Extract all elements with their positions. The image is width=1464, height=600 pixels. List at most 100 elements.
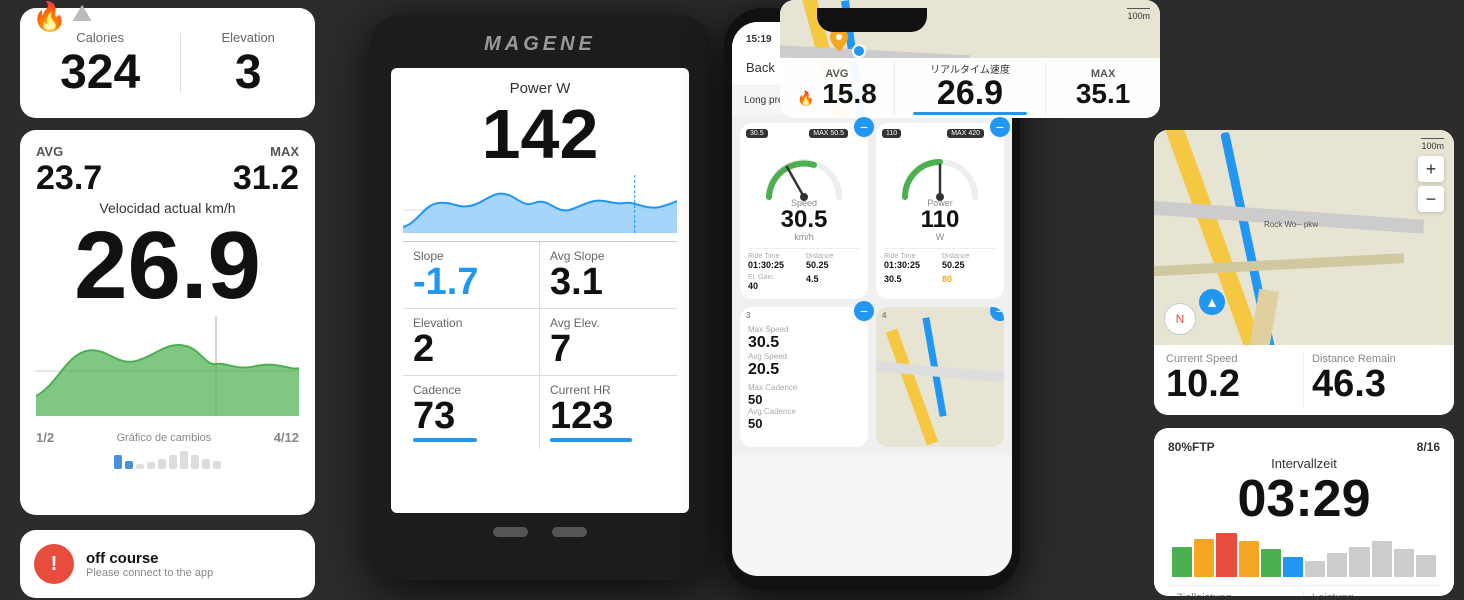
elevation-section: Elevation 3 <box>221 30 274 97</box>
avg-max-row: AVG MAX <box>36 144 299 159</box>
cadence-value: 73 <box>413 397 529 435</box>
speed-chart <box>36 316 299 426</box>
device-btn-right[interactable] <box>552 527 587 537</box>
gear-bars <box>36 449 299 469</box>
offcourse-widget: ! off course Please connect to the app <box>20 530 315 598</box>
status-time: 15:19 <box>746 34 772 45</box>
stat-speed2: 4.5 <box>806 274 860 291</box>
avg-slope-value: 3.1 <box>550 263 667 301</box>
device-btn-left[interactable] <box>493 527 528 537</box>
rt-avg-section: AVG 🔥 15.8 <box>780 68 894 108</box>
phone-cards-grid: − 30.5 MAX 50.5 Speed 30.5 km/h <box>732 115 1012 455</box>
max-label: MAX <box>270 144 299 159</box>
stat-ride-val-p: 01:30:25 <box>884 260 938 270</box>
power-value: 142 <box>403 99 677 169</box>
speed-widget: AVG MAX 23.7 31.2 Velocidad actual km/h … <box>20 130 315 515</box>
calories-value: 324 <box>60 49 140 97</box>
gear-bar-2 <box>125 461 133 469</box>
rt-avg-value: 🔥 15.8 <box>786 80 888 108</box>
map-widget: Rock Wo-- pkw 100m + − ▲ N Current Speed… <box>1154 130 1454 415</box>
rt-mid-underline <box>913 112 1027 115</box>
phone-card-speed: − 30.5 MAX 50.5 Speed 30.5 km/h <box>740 123 868 299</box>
main-speed: 26.9 <box>36 218 299 314</box>
card-minus-maxspeed[interactable]: − <box>854 301 874 321</box>
power-chart-svg <box>403 175 677 233</box>
stat-elgain-val: 40 <box>748 281 802 291</box>
gauge-value-speed: 30.5 <box>781 208 828 232</box>
avg-max-values: 23.7 31.2 <box>36 159 299 198</box>
phone-back-button[interactable]: Back <box>746 60 775 75</box>
map-zoom-out[interactable]: − <box>1418 186 1444 212</box>
card-map-bg <box>876 307 1004 447</box>
phone-notch <box>817 8 927 32</box>
map-compass: N <box>1164 303 1196 335</box>
stat-dist-val-p: 50.25 <box>942 260 996 270</box>
elevation-value: 3 <box>221 49 274 97</box>
flame-icon: 🔥 <box>32 0 67 33</box>
elev-cell: Elevation 2 <box>403 309 540 376</box>
stat-ride-val: 01:30:25 <box>748 260 802 270</box>
gear-bar-10 <box>213 461 221 469</box>
elevation-label: Elevation <box>221 30 274 45</box>
map-zoom-in[interactable]: + <box>1418 156 1444 182</box>
rt-max-value: 35.1 <box>1052 80 1154 108</box>
hr-value: 123 <box>550 397 667 435</box>
calories-section: Calories 324 <box>60 30 140 97</box>
interval-target-label: Zielleistung <box>1176 592 1295 596</box>
nav-arrow: ▲ <box>1199 289 1225 315</box>
stat-speed2-val: 4.5 <box>806 274 860 284</box>
avg-elev-cell: Avg Elev. 7 <box>540 309 677 376</box>
device-body: magene Power W 142 Slope -1.7 <box>370 15 710 580</box>
card-minus-speed[interactable]: − <box>854 117 874 137</box>
gauge-area-speed: Speed 30.5 km/h <box>748 131 860 242</box>
interval-bottom-stats: Zielleistung 120 Leistung 116 <box>1168 585 1440 596</box>
card-num-3: 3 <box>746 311 750 320</box>
phone-card-power: − 110 MAX 420 Power 110 W <box>876 123 1004 299</box>
rt-mid-section: リアルタイム速度 26.9 <box>894 61 1046 115</box>
gauge-svg-power <box>895 147 985 202</box>
gauge-unit-speed: km/h <box>794 232 814 242</box>
interval-power-label: Leistung <box>1312 592 1432 596</box>
exclamation-icon: ! <box>51 553 58 576</box>
gear-bar-5 <box>158 459 166 469</box>
card-num-4: 4 <box>882 311 886 320</box>
stat-dist-val: 50.25 <box>806 260 860 270</box>
stat-elgain: El. Gain 40 <box>748 274 802 291</box>
page-indicator: 1/2 Gráfico de cambios 4/12 <box>36 430 299 445</box>
mountain-icon: ⛰ <box>72 0 92 28</box>
stat-ride-time-p: Ride Time 01:30:25 <box>884 253 938 270</box>
gear-bar-9 <box>202 459 210 469</box>
offcourse-icon: ! <box>34 544 74 584</box>
stat-ride-time: Ride Time 01:30:25 <box>748 253 802 270</box>
gps-device: magene Power W 142 Slope -1.7 <box>370 15 710 580</box>
stat-distance: Distance 50.25 <box>806 253 860 270</box>
card-tag-speed: 30.5 <box>746 129 768 138</box>
gear-bar-7 <box>180 451 188 469</box>
rt-stats-overlay: AVG 🔥 15.8 リアルタイム速度 26.9 MAX 35.1 <box>780 58 1160 118</box>
interval-target: Zielleistung 120 <box>1168 592 1304 596</box>
offcourse-text: off course Please connect to the app <box>86 550 213 579</box>
card-stats-speed: Ride Time 01:30:25 Distance 50.25 El. Ga… <box>748 248 860 291</box>
gauge-area-power: Power 110 W <box>884 131 996 242</box>
interval-widget: 80%FTP 8/16 Intervallzeit 03:29 Zielleis… <box>1154 428 1454 596</box>
phone-card-map: − 4 <box>876 307 1004 447</box>
gear-bar-4 <box>147 462 155 469</box>
card-minus-power[interactable]: − <box>990 117 1010 137</box>
interval-ftp: 80%FTP <box>1168 440 1215 454</box>
card-max-tag-power: MAX 420 <box>947 129 984 138</box>
phone-card-maxspeed: − 3 Max Speed 30.5 Avg Speed 20.5 Max Ca… <box>740 307 868 447</box>
device-screen: Power W 142 Slope -1.7 Avg <box>391 68 689 513</box>
max-value: 31.2 <box>233 159 299 198</box>
cadence-bar <box>413 438 477 442</box>
map-dist-stat: Distance Remain 46.3 <box>1304 353 1442 407</box>
gear-bar-1 <box>114 455 122 469</box>
interval-top-row: 80%FTP 8/16 <box>1168 440 1440 454</box>
gear-bar-8 <box>191 455 199 469</box>
map-area: Rock Wo-- pkw 100m + − ▲ N <box>1154 130 1454 345</box>
gauge-unit-power: W <box>936 232 945 242</box>
map-speed-value: 10.2 <box>1166 365 1295 403</box>
avg-value: 23.7 <box>36 159 102 198</box>
interval-power: Leistung 116 <box>1304 592 1440 596</box>
map-scale: 100m <box>1421 138 1444 151</box>
page-right: 4/12 <box>274 430 299 445</box>
